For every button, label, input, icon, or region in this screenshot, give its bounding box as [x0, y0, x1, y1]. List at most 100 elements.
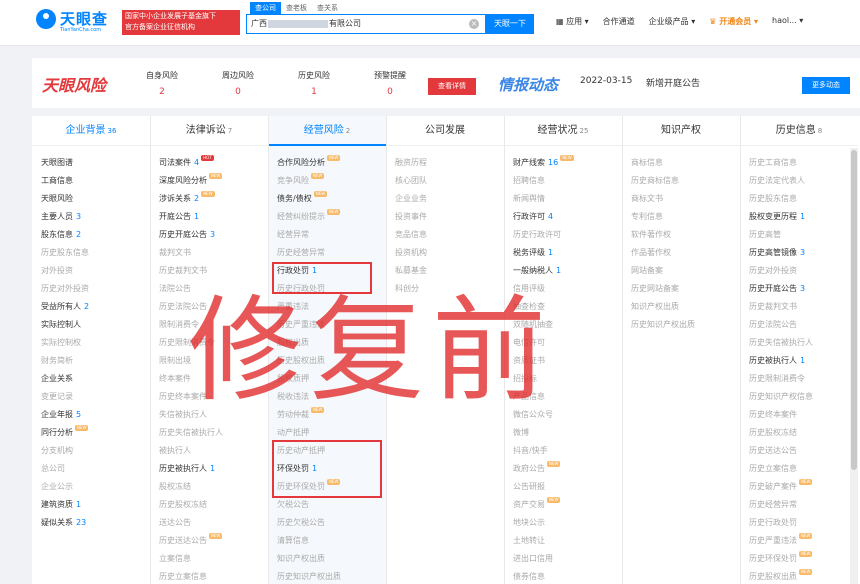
scrollbar[interactable] — [850, 148, 858, 584]
column-title[interactable]: 知识产权 — [622, 116, 740, 146]
risk-logo[interactable]: 天眼风险 — [42, 72, 106, 96]
new-badge: NEW — [311, 173, 325, 179]
list-item[interactable]: 历史开庭公告 3 — [749, 280, 858, 298]
risk-warning[interactable]: 预警提醒 0 — [360, 70, 420, 97]
column-title[interactable]: 公司发展 — [386, 116, 504, 146]
nav-partner[interactable]: 合作通道 — [603, 16, 635, 27]
column-title[interactable]: 法律诉讼 7 — [150, 116, 268, 146]
site-logo[interactable]: 天眼查 — [60, 8, 108, 29]
list-item[interactable]: 一般纳税人 1 — [513, 262, 622, 280]
column-title[interactable]: 经营状况 25 — [504, 116, 622, 146]
list-item[interactable]: 债务/债权NEW — [277, 190, 386, 208]
list-item-count: 1 — [76, 500, 82, 509]
list-item[interactable]: 天眼图谱 — [41, 154, 150, 172]
list-item: 历史经营异常 — [749, 496, 858, 514]
view-details-button[interactable]: 查看详情 — [428, 78, 476, 95]
list-item[interactable]: 主要人员 3 — [41, 208, 150, 226]
list-item[interactable]: 税务评级 1 — [513, 244, 622, 262]
list-item-label: 受益所有人 — [41, 302, 81, 311]
list-item: 历史裁判文书 — [749, 298, 858, 316]
list-item-label: 历史裁判文书 — [159, 266, 207, 275]
column-title[interactable]: 企业背景 36 — [32, 116, 150, 146]
list-item-label: 招聘信息 — [513, 176, 545, 185]
list-item[interactable]: 受益所有人 2 — [41, 298, 150, 316]
list-item[interactable]: 历史高管镜像 3 — [749, 244, 858, 262]
list-item[interactable]: 涉诉关系 2NEW — [159, 190, 268, 208]
list-item-label: 公告研报 — [513, 482, 545, 491]
list-item[interactable]: 企业年报 5 — [41, 406, 150, 424]
tab-search-company[interactable]: 查公司 — [250, 2, 281, 14]
top-bar: 天眼查 TianYanCha.com 国家中小企业发展子基金旗下 官方备案企业征… — [0, 0, 860, 46]
list-item: 历史股权冻结 — [159, 496, 268, 514]
list-item-label: 合作风险分析 — [277, 158, 325, 167]
list-item-label: 知识产权出质 — [277, 554, 325, 563]
list-item[interactable]: 开庭公告 1 — [159, 208, 268, 226]
list-item[interactable]: 疑似关系 23 — [41, 514, 150, 532]
column-title[interactable]: 历史信息 8 — [740, 116, 858, 146]
list-item-count: 5 — [76, 410, 82, 419]
list-item: 经营异常 — [277, 226, 386, 244]
column-title[interactable]: 经营风险 2 — [268, 116, 386, 146]
column-title-text: 公司发展 — [425, 125, 465, 136]
tab-search-relation[interactable]: 查关系 — [312, 2, 343, 14]
list-item: 历史知识产权信息 — [749, 388, 858, 406]
list-item[interactable]: 行政许可 4 — [513, 208, 622, 226]
list-item-label: 历史立案信息 — [749, 464, 797, 473]
nav-vip[interactable]: ♛ 开通会员 ▾ — [709, 16, 758, 27]
list-item: 专利信息 — [631, 208, 740, 226]
list-item[interactable]: 股权变更历程 1 — [749, 208, 858, 226]
list-item-count: 1 — [556, 266, 562, 275]
list-item-label: 商标文书 — [631, 194, 663, 203]
list-item-label: 开庭公告 — [159, 212, 191, 221]
list-item-label: 送达公告 — [159, 518, 191, 527]
clear-icon[interactable]: × — [469, 19, 479, 29]
scroll-thumb[interactable] — [851, 150, 857, 470]
list-item[interactable]: 历史被执行人 1 — [749, 352, 858, 370]
list-item-label: 被执行人 — [159, 446, 191, 455]
list-item: 投资机构 — [395, 244, 504, 262]
column-title-text: 知识产权 — [661, 125, 701, 136]
list-item[interactable]: 实际控制人 — [41, 316, 150, 334]
search-input[interactable]: 广西 有限公司 × — [246, 14, 486, 34]
list-item[interactable]: 天眼风险 — [41, 190, 150, 208]
list-item[interactable]: 工商信息 — [41, 172, 150, 190]
list-item-label: 天眼风险 — [41, 194, 73, 203]
list-item-label: 历史网站备案 — [631, 284, 679, 293]
list-item[interactable]: 司法案件 4HOT — [159, 154, 268, 172]
list-item[interactable]: 合作风险分析NEW — [277, 154, 386, 172]
search-button[interactable]: 天眼一下 — [486, 14, 534, 34]
list-item-label: 融资历程 — [395, 158, 427, 167]
list-item-count: 3 — [76, 212, 82, 221]
list-item-label: 动产抵押 — [277, 428, 309, 437]
list-item[interactable]: 建筑资质 1 — [41, 496, 150, 514]
list-item-count: 1 — [800, 356, 806, 365]
list-item: 竞品信息 — [395, 226, 504, 244]
list-item[interactable]: 深度风险分析NEW — [159, 172, 268, 190]
nav-enterprise[interactable]: 企业级产品 ▾ — [649, 16, 696, 27]
intel-text[interactable]: 新增开庭公告 — [646, 76, 700, 89]
list-item-label: 股东信息 — [41, 230, 73, 239]
list-item: 商标信息 — [631, 154, 740, 172]
new-badge: NEW — [560, 155, 574, 161]
list-item[interactable]: 财产线索 16NEW — [513, 154, 622, 172]
risk-history[interactable]: 历史风险 1 — [284, 70, 344, 97]
list-item-label: 历史高管 — [749, 230, 781, 239]
list-item[interactable]: 企业关系 — [41, 370, 150, 388]
nav-apps[interactable]: ▦ 应用 ▾ — [556, 16, 589, 27]
new-badge: NEW — [201, 191, 215, 197]
risk-self[interactable]: 自身风险 2 — [132, 70, 192, 97]
nav-user[interactable]: haol... ▾ — [772, 16, 803, 27]
list-item[interactable]: 同行分析NEW — [41, 424, 150, 442]
list-item: 历史行政许可 — [513, 226, 622, 244]
list-item: 裁判文书 — [159, 244, 268, 262]
list-item-label: 历史破产案件 — [749, 482, 797, 491]
tianyancha-logo-icon[interactable] — [36, 9, 56, 29]
more-updates-button[interactable]: 更多动态 — [802, 77, 850, 94]
tab-search-boss[interactable]: 查老板 — [281, 2, 312, 14]
list-item-label: 历史对外投资 — [41, 284, 89, 293]
list-item[interactable]: 历史被执行人 1 — [159, 460, 268, 478]
risk-surrounding[interactable]: 周边风险 0 — [208, 70, 268, 97]
list-item[interactable]: 历史开庭公告 3 — [159, 226, 268, 244]
list-item-label: 竞争风险 — [277, 176, 309, 185]
list-item[interactable]: 股东信息 2 — [41, 226, 150, 244]
